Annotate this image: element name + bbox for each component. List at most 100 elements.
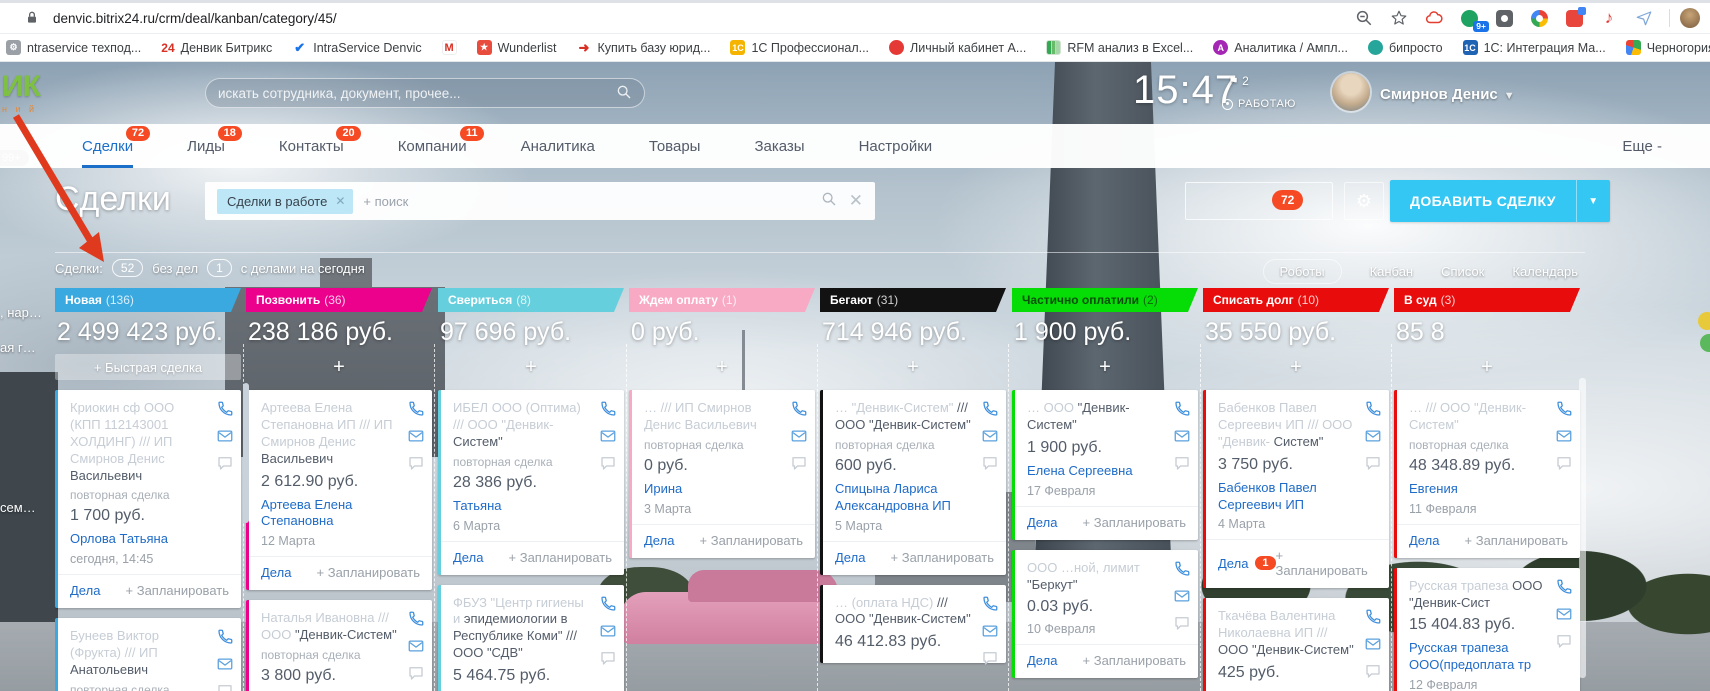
tab-contacts[interactable]: Контакты20 <box>279 124 344 168</box>
search-icon[interactable] <box>616 84 632 103</box>
google-extension-icon[interactable] <box>1526 10 1552 27</box>
phone-icon[interactable] <box>599 595 617 613</box>
paper-plane-icon[interactable] <box>1631 9 1657 27</box>
plan-link[interactable]: + Запланировать <box>317 565 420 580</box>
add-card-button[interactable]: + <box>1394 354 1580 380</box>
bookmark-star-icon[interactable] <box>1386 9 1412 27</box>
browser-avatar[interactable] <box>1680 8 1700 28</box>
phone-icon[interactable] <box>1173 560 1191 578</box>
column-header[interactable]: Бегают(31) <box>820 288 1006 312</box>
deal-card[interactable]: ООО …ной, лимит "Беркут" 0.03 руб. 10 Фе… <box>1012 550 1198 679</box>
bookmark[interactable]: ★Wunderlist <box>477 40 557 55</box>
chat-icon[interactable] <box>216 454 234 472</box>
client-link[interactable]: Евгения <box>1409 481 1546 498</box>
deal-card[interactable]: … ООО "Денвик-Систем" 1 900 руб. Елена С… <box>1012 390 1198 540</box>
filter-search-bar[interactable]: Сделки в работе✕ + поиск ✕ <box>205 182 875 220</box>
phone-icon[interactable] <box>599 400 617 418</box>
tab-companies[interactable]: Компании11 <box>398 124 467 168</box>
mail-icon[interactable] <box>407 427 425 445</box>
client-link[interactable]: Бабенков Павел Сергеевич ИП <box>1218 480 1355 514</box>
add-card-button[interactable]: + <box>1203 354 1389 380</box>
deal-card[interactable]: Русская трапеза ООО "Денвик-Сист 15 404.… <box>1394 568 1580 691</box>
chat-icon[interactable] <box>216 682 234 691</box>
deal-card[interactable]: Наталья Ивановна /// ООО "Денвик-Систем"… <box>246 600 432 691</box>
add-deal-caret[interactable]: ▼ <box>1576 180 1610 222</box>
bookmark-gmail[interactable]: M <box>442 40 457 55</box>
plan-link[interactable]: + Запланировать <box>1083 653 1186 668</box>
plan-link[interactable]: + Запланировать <box>1276 548 1377 578</box>
mail-icon[interactable] <box>1364 427 1382 445</box>
client-link[interactable]: Татьяна <box>453 498 590 515</box>
plan-link[interactable]: + Запланировать <box>1465 533 1568 548</box>
deal-card[interactable]: Бабенков Павел Сергеевич ИП /// ООО "Ден… <box>1203 390 1389 588</box>
plan-link[interactable]: + Запланировать <box>700 533 803 548</box>
mail-icon[interactable] <box>216 427 234 445</box>
board-scrollbar[interactable] <box>1579 378 1586 678</box>
column-header[interactable]: Новая(136) <box>55 288 241 312</box>
chat-icon[interactable] <box>981 649 999 667</box>
client-link[interactable]: Спицына Лариса Александровна ИП <box>835 481 972 515</box>
view-robots[interactable]: Роботы <box>1263 259 1342 284</box>
deals-link[interactable]: Дела <box>261 565 291 580</box>
mail-icon[interactable] <box>407 637 425 655</box>
column-header[interactable]: В суд(3) <box>1394 288 1580 312</box>
bookmark[interactable]: Личный кабинет А... <box>889 40 1026 55</box>
phone-icon[interactable] <box>1364 400 1382 418</box>
deals-link[interactable]: Дела <box>1027 515 1057 530</box>
phone-icon[interactable] <box>216 400 234 418</box>
nav-more-button[interactable]: Еще - <box>1622 124 1662 168</box>
column-scrollbar[interactable] <box>243 383 249 523</box>
cloud-extension-icon[interactable] <box>1421 9 1447 27</box>
bookmark[interactable]: 1С1С: Интеграция Ма... <box>1463 40 1606 55</box>
chat-icon[interactable] <box>1364 662 1382 680</box>
phone-icon[interactable] <box>216 628 234 646</box>
url-text[interactable]: denvic.bitrix24.ru/crm/deal/kanban/categ… <box>53 11 337 26</box>
zoom-out-icon[interactable] <box>1351 9 1377 27</box>
chat-icon[interactable] <box>1173 454 1191 472</box>
bookmark[interactable]: Черногория – Goo... <box>1626 40 1710 55</box>
lightbulb-extension-icon[interactable] <box>1491 10 1517 27</box>
tab-leads[interactable]: Лиды18 <box>187 124 225 168</box>
deal-card[interactable]: Криокин сф ООО (КПП 112143001 ХОЛДИНГ) /… <box>55 390 241 608</box>
column-header[interactable]: Ждем оплату(1) <box>629 288 815 312</box>
mail-icon[interactable] <box>1555 605 1573 623</box>
plan-link[interactable]: + Запланировать <box>1083 515 1186 530</box>
chat-icon[interactable] <box>1364 454 1382 472</box>
client-link[interactable]: Артеева Елена Степановна <box>261 497 398 531</box>
client-link[interactable]: Ирина <box>644 481 781 498</box>
mail-icon[interactable] <box>1364 635 1382 653</box>
column-header[interactable]: Частично оплатили(2) <box>1012 288 1198 312</box>
chat-icon[interactable] <box>599 454 617 472</box>
chat-icon[interactable] <box>407 664 425 682</box>
mail-icon[interactable] <box>981 427 999 445</box>
phone-icon[interactable] <box>1173 400 1191 418</box>
deal-card[interactable]: Артеева Елена Степановна ИП /// ИП Смирн… <box>246 390 432 590</box>
client-link[interactable]: Орлова Татьяна <box>70 531 207 548</box>
view-calendar[interactable]: Календарь <box>1512 264 1578 279</box>
deal-card[interactable]: … "Денвик-Систем" /// ООО "Денвик-Систем… <box>820 390 1006 575</box>
mail-icon[interactable] <box>981 622 999 640</box>
phone-icon[interactable] <box>407 610 425 628</box>
mail-icon[interactable] <box>216 655 234 673</box>
deals-link[interactable]: Дела <box>70 583 100 598</box>
user-name[interactable]: Смирнов Денис▼ <box>1380 86 1515 103</box>
deals-link[interactable]: Дела <box>835 550 865 565</box>
filter-search-icon[interactable] <box>821 191 837 212</box>
deals-counter-button[interactable] <box>1185 182 1333 220</box>
phone-icon[interactable] <box>981 595 999 613</box>
mail-icon[interactable] <box>1555 427 1573 445</box>
plan-link[interactable]: + Запланировать <box>126 583 229 598</box>
deal-card[interactable]: Ткачёва Валентина Николаевна ИП /// ООО … <box>1203 598 1389 691</box>
view-list[interactable]: Список <box>1441 264 1484 279</box>
music-note-icon[interactable]: ♪ <box>1596 8 1622 28</box>
deal-card[interactable]: … /// ООО "Денвик-Систем" повторная сдел… <box>1394 390 1580 558</box>
client-link[interactable]: Русская трапеза ООО(предоплата тр <box>1409 640 1546 674</box>
phone-icon[interactable] <box>1364 608 1382 626</box>
deals-link[interactable]: Дела <box>1027 653 1057 668</box>
bookmark[interactable]: бипросто <box>1368 40 1443 55</box>
chat-icon[interactable] <box>1173 614 1191 632</box>
board-settings-button[interactable]: ⚙ <box>1344 182 1384 220</box>
add-card-button[interactable]: + <box>820 354 1006 380</box>
phone-icon[interactable] <box>790 400 808 418</box>
deal-card[interactable]: … (оплата НДС) /// ООО "Денвик-Систем" 4… <box>820 585 1006 664</box>
